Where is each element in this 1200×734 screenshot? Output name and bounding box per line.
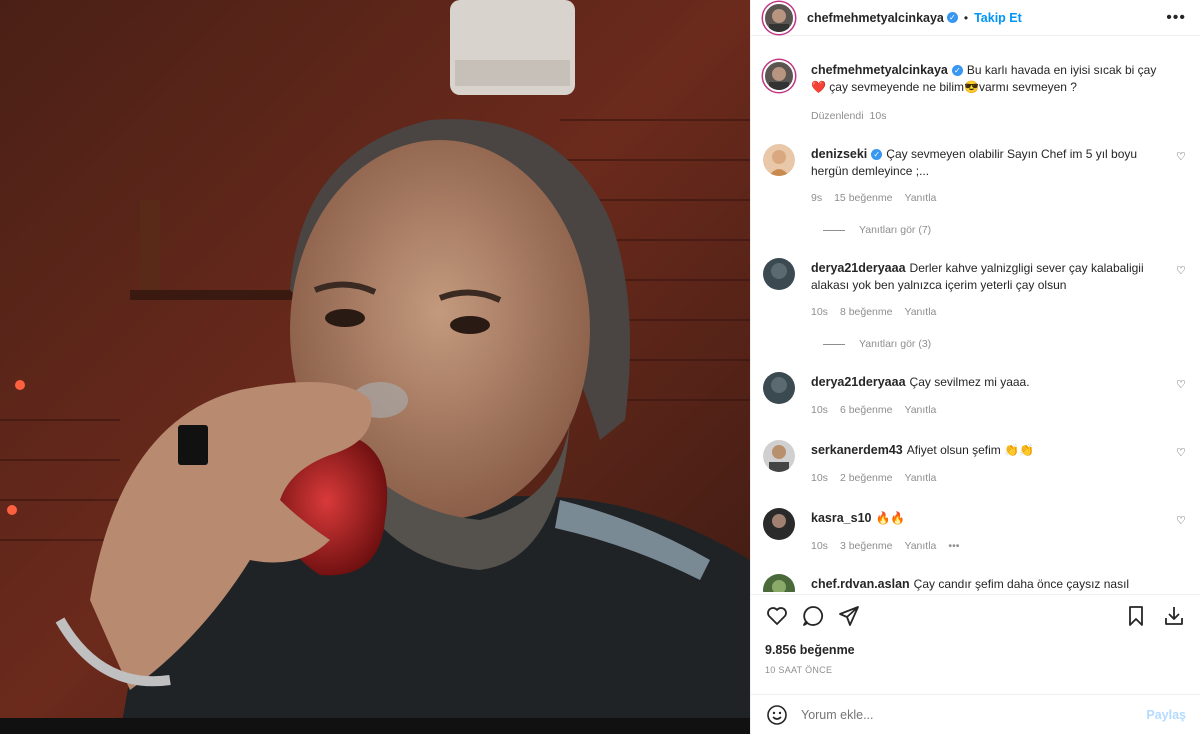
comment-like-heart-icon[interactable]: ♡ xyxy=(1176,446,1188,459)
comment-username[interactable]: kasra_s10 xyxy=(811,511,871,525)
caption-username[interactable]: chefmehmetyalcinkaya xyxy=(811,63,948,77)
reply-button[interactable]: Yanıtla xyxy=(904,192,936,204)
replies-line xyxy=(823,229,845,231)
avatar[interactable] xyxy=(763,1,795,34)
comment-body: kasra_s10 🔥🔥 xyxy=(811,510,1164,527)
comment-age: 10s xyxy=(811,306,828,318)
emoji-icon[interactable] xyxy=(765,703,789,727)
follow-button[interactable]: Takip Et xyxy=(974,11,1022,25)
avatar[interactable] xyxy=(763,508,795,540)
bookmark-icon[interactable] xyxy=(1124,604,1148,628)
more-icon[interactable]: ••• xyxy=(1166,9,1186,27)
avatar[interactable] xyxy=(763,372,795,404)
separator-dot: • xyxy=(963,10,969,25)
avatar[interactable] xyxy=(763,144,795,176)
view-replies-label: Yanıtları gör (7) xyxy=(859,224,932,236)
avatar[interactable] xyxy=(763,60,795,92)
comment-meta: 10s 8 beğenme Yanıtla xyxy=(811,306,948,318)
author-username[interactable]: chefmehmetyalcinkaya xyxy=(807,11,944,25)
comment-username[interactable]: chef.rdvan.aslan xyxy=(811,577,910,591)
save-icon[interactable] xyxy=(1162,604,1186,628)
comment-username[interactable]: derya21deryaaa xyxy=(811,375,906,389)
post-header: chefmehmetyalcinkaya ✓ • Takip Et ••• xyxy=(751,0,1200,36)
caption-age: 10s xyxy=(869,110,887,122)
post-sidebar: chefmehmetyalcinkaya ✓ • Takip Et ••• ch… xyxy=(750,0,1200,734)
comment-likes[interactable]: 2 beğenme xyxy=(840,472,893,484)
comment-username[interactable]: denizseki xyxy=(811,147,867,161)
verified-icon: ✓ xyxy=(946,12,958,23)
comment-input[interactable] xyxy=(801,707,1147,722)
comment-like-heart-icon[interactable]: ♡ xyxy=(1176,150,1188,163)
comment-text: Çay sevilmez mi yaaa. xyxy=(909,375,1030,389)
comment-age: 10s xyxy=(811,540,828,552)
avatar[interactable] xyxy=(763,574,795,592)
likes-count[interactable]: 9.856 beğenme xyxy=(765,643,1186,657)
comment-meta: 10s 6 beğenme Yanıtla xyxy=(811,404,948,416)
reply-button[interactable]: Yanıtla xyxy=(904,472,936,484)
comment-meta: 9s 15 beğenme Yanıtla xyxy=(811,192,948,204)
edited-label: Düzenlendi xyxy=(811,110,864,122)
comment-age: 10s xyxy=(811,472,828,484)
reply-button[interactable]: Yanıtla xyxy=(904,404,936,416)
post-comment-button[interactable]: Paylaş xyxy=(1146,708,1186,722)
comment-body: denizseki ✓ Çay sevmeyen olabilir Sayın Ch… xyxy=(811,146,1164,180)
post-image xyxy=(0,0,750,734)
comment-text: Afiyet olsun şefim 👏👏 xyxy=(906,443,1034,457)
comment-age: 9s xyxy=(811,192,823,204)
share-icon[interactable] xyxy=(837,604,861,628)
caption-text-block: chefmehmetyalcinkaya ✓ Bu karlı havada en … xyxy=(811,62,1164,96)
comment-meta: 10s 2 beğenme Yanıtla xyxy=(811,472,948,484)
comment-text: Çay candır şefim daha önce çaysız nasıl xyxy=(913,577,1130,591)
instagram-post-modal: chefmehmetyalcinkaya ✓ • Takip Et ••• ch… xyxy=(0,0,1200,734)
reply-button[interactable]: Yanıtla xyxy=(904,540,936,552)
post-time: 10 SAAT ÖNCE xyxy=(765,665,833,675)
comment-body: derya21deryaaa Derler kahve yalnizgligi s… xyxy=(811,260,1164,294)
comment-like-heart-icon[interactable]: ♡ xyxy=(1176,264,1188,277)
comment-icon[interactable] xyxy=(801,604,825,628)
comment-body: chef.rdvan.aslan Çay candır şefim daha ön… xyxy=(811,576,1164,592)
comment-text: 🔥🔥 xyxy=(875,511,906,525)
view-replies-button[interactable]: Yanıtları gör (7) xyxy=(823,224,931,236)
avatar[interactable] xyxy=(763,258,795,290)
verified-icon: ✓ xyxy=(951,65,963,77)
add-comment-bar: Paylaş xyxy=(751,694,1200,734)
comment-like-heart-icon[interactable]: ♡ xyxy=(1176,378,1188,391)
post-actions: 9.856 beğenme 10 SAAT ÖNCE xyxy=(751,594,1200,694)
avatar[interactable] xyxy=(763,440,795,472)
comment-likes[interactable]: 8 beğenme xyxy=(840,306,893,318)
comments-list[interactable]: chefmehmetyalcinkaya ✓ Bu karlı havada en … xyxy=(751,52,1200,592)
replies-line xyxy=(823,343,845,345)
action-row-right xyxy=(1110,604,1186,628)
comment-meta: 10s 3 beğenme Yanıtla ••• xyxy=(811,540,971,552)
view-replies-button[interactable]: Yanıtları gör (3) xyxy=(823,338,931,350)
view-replies-label: Yanıtları gör (3) xyxy=(859,338,932,350)
comment-username[interactable]: derya21deryaaa xyxy=(811,261,906,275)
comment-likes[interactable]: 3 beğenme xyxy=(840,540,893,552)
comment-body: serkanerdem43 Afiyet olsun şefim 👏👏 xyxy=(811,442,1164,459)
comment-body: derya21deryaaa Çay sevilmez mi yaaa. xyxy=(811,374,1164,391)
comment-username[interactable]: serkanerdem43 xyxy=(811,443,903,457)
comment-more-icon[interactable]: ••• xyxy=(948,540,959,552)
heart-icon[interactable] xyxy=(765,604,789,628)
action-row xyxy=(765,603,1186,629)
comment-likes[interactable]: 6 beğenme xyxy=(840,404,893,416)
comment-like-heart-icon[interactable]: ♡ xyxy=(1176,514,1188,527)
caption-meta: Düzenlendi 10s xyxy=(811,110,898,122)
comment-likes[interactable]: 15 beğenme xyxy=(834,192,892,204)
post-photo[interactable] xyxy=(0,0,750,734)
reply-button[interactable]: Yanıtla xyxy=(904,306,936,318)
comment-age: 10s xyxy=(811,404,828,416)
verified-icon: ✓ xyxy=(871,149,883,161)
